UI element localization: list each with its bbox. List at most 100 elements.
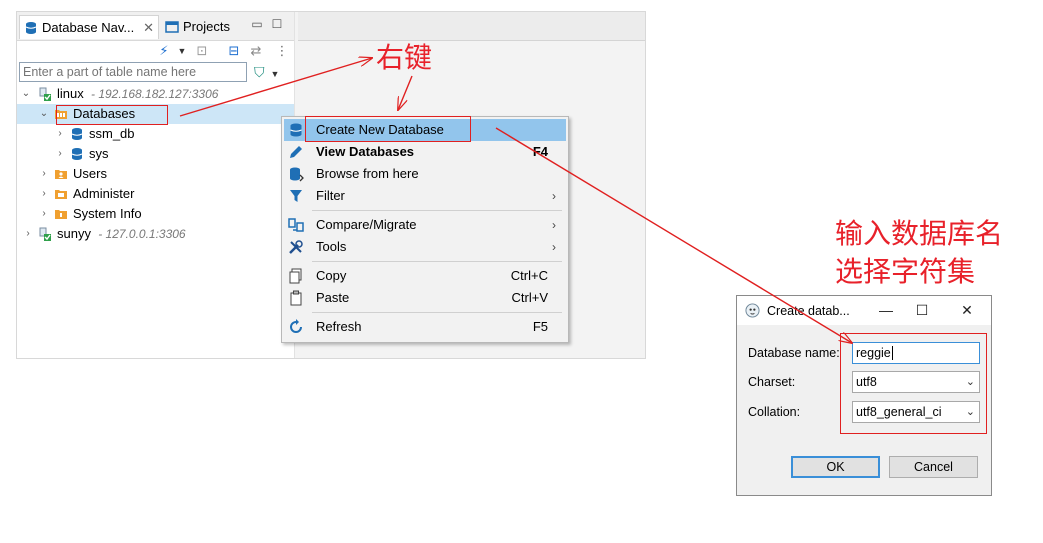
new-folder-icon[interactable]: ⊡ xyxy=(193,42,211,60)
tree-label-system-info: System Info xyxy=(73,206,142,221)
menu-separator xyxy=(312,312,562,313)
chevron-down-icon[interactable]: ⌄ xyxy=(39,104,49,124)
tab-projects-label: Projects xyxy=(183,19,230,34)
menu-label-tools: Tools xyxy=(316,239,347,254)
menu-separator xyxy=(312,210,562,211)
shortcut-f4: F4 xyxy=(532,144,548,159)
menu-label-copy: Copy xyxy=(316,268,347,283)
shortcut-ctrl-c: Ctrl+C xyxy=(510,268,548,283)
menu-item-copy[interactable]: Copy Ctrl+C xyxy=(284,265,566,287)
annotation-instruction-line1: 输入数据库名 xyxy=(835,217,1004,250)
navigator-tab-bar: Database Nav... ✕ Projects ▭ ☐ xyxy=(17,12,294,41)
menu-label-compare-migrate: Compare/Migrate xyxy=(316,217,417,232)
tab-database-navigator-label: Database Nav... xyxy=(42,20,135,35)
maximize-view-icon[interactable]: ☐ xyxy=(269,16,285,32)
menu-label-view-databases: View Databases xyxy=(316,144,415,159)
dialog-title: Create datab... xyxy=(767,304,850,318)
tab-database-navigator[interactable]: Database Nav... ✕ xyxy=(19,15,159,39)
chevron-right-icon[interactable]: › xyxy=(39,184,49,204)
tree-item-users[interactable]: › Users xyxy=(17,164,294,184)
tree-address-sunyy: - 127.0.0.1:3306 xyxy=(98,227,186,241)
tree-item-administer[interactable]: › Administer xyxy=(17,184,294,204)
chevron-right-icon[interactable]: › xyxy=(39,204,49,224)
tree-label-administer: Administer xyxy=(73,186,135,201)
connection-icon xyxy=(39,87,51,101)
chevron-right-icon[interactable]: › xyxy=(55,144,65,164)
connection-icon xyxy=(39,227,51,241)
menu-separator xyxy=(312,261,562,262)
menu-item-refresh[interactable]: Refresh F5 xyxy=(284,316,566,338)
minimize-icon[interactable]: — xyxy=(875,300,897,320)
annotation-box-create-new-database xyxy=(305,116,471,142)
tree-item-system-info[interactable]: › System Info xyxy=(17,204,294,224)
charset-label: Charset: xyxy=(748,375,796,389)
menu-item-view-databases[interactable]: View Databases F4 xyxy=(284,141,566,163)
submenu-arrow-icon: › xyxy=(552,189,556,203)
menu-item-tools[interactable]: Tools › xyxy=(284,236,566,258)
paste-icon xyxy=(290,290,302,306)
shortcut-ctrl-v: Ctrl+V xyxy=(511,290,548,305)
menu-item-compare-migrate[interactable]: Compare/Migrate › xyxy=(284,214,566,236)
close-icon[interactable]: ✕ xyxy=(956,300,978,320)
dbeaver-logo-icon xyxy=(745,303,760,318)
refresh-icon xyxy=(290,319,302,333)
annotation-instruction-line2: 选择字符集 xyxy=(835,255,976,288)
database-name-label: Database name: xyxy=(748,346,840,360)
tree-label-sys: sys xyxy=(89,146,109,161)
maximize-icon[interactable]: ☐ xyxy=(911,300,933,320)
chevron-right-icon[interactable]: › xyxy=(55,124,65,144)
submenu-arrow-icon: › xyxy=(552,240,556,254)
info-folder-icon xyxy=(55,210,67,219)
tree-address-linux: - 192.168.182.127:3306 xyxy=(90,87,219,101)
menu-item-browse-from-here[interactable]: Browse from here xyxy=(284,163,566,185)
editor-tab-bar xyxy=(298,12,645,41)
submenu-arrow-icon: › xyxy=(552,218,556,232)
shortcut-f5: F5 xyxy=(532,319,548,334)
new-connection-icon[interactable]: ⚡ xyxy=(155,42,173,60)
ok-button[interactable]: OK xyxy=(791,456,880,478)
tree-label-sunyy: sunyy xyxy=(57,226,91,241)
navigator-toolbar: ⚡ ▼ ⊡ ⊟ ⇄ ⋮ xyxy=(17,41,294,61)
projects-icon xyxy=(165,21,179,33)
tree-label-ssm-db: ssm_db xyxy=(89,126,135,141)
tree-item-sys[interactable]: › sys xyxy=(17,144,294,164)
tab-projects[interactable]: Projects xyxy=(161,15,241,39)
filter-funnel-icon[interactable]: ⛉ ▼ xyxy=(254,63,284,81)
menu-label-filter: Filter xyxy=(316,188,345,203)
database-add-icon xyxy=(290,123,302,137)
link-editor-icon[interactable]: ⇄ xyxy=(247,42,265,60)
tree-label-linux: linux xyxy=(57,86,84,101)
collation-label: Collation: xyxy=(748,405,801,419)
collapse-all-icon[interactable]: ⊟ xyxy=(225,42,243,60)
minimize-view-icon[interactable]: ▭ xyxy=(249,16,265,32)
annotation-right-click: 右键 xyxy=(376,41,433,74)
annotation-box-dialog-fields xyxy=(840,333,987,434)
pencil-icon xyxy=(290,146,302,158)
context-menu: Create New Database View Databases F4 Br… xyxy=(281,116,569,343)
tree-item-sunyy[interactable]: › sunyy - 127.0.0.1:3306 xyxy=(17,224,294,244)
chevron-down-icon[interactable]: ▼ xyxy=(173,42,191,60)
dialog-title-bar: Create datab... — ☐ ✕ xyxy=(737,296,991,325)
funnel-icon xyxy=(290,190,302,202)
view-menu-icon[interactable]: ⋮ xyxy=(273,42,291,60)
chevron-right-icon[interactable]: › xyxy=(23,224,33,244)
tree-item-ssm-db[interactable]: › ssm_db xyxy=(17,124,294,144)
tree-label-users: Users xyxy=(73,166,107,181)
menu-item-paste[interactable]: Paste Ctrl+V xyxy=(284,287,566,309)
users-folder-icon xyxy=(55,170,67,179)
cancel-button[interactable]: Cancel xyxy=(889,456,978,478)
menu-item-filter[interactable]: Filter › xyxy=(284,185,566,207)
annotation-box-databases xyxy=(56,105,168,125)
table-filter-input[interactable] xyxy=(19,62,247,82)
compare-icon xyxy=(288,218,304,232)
copy-icon xyxy=(289,268,302,284)
database-icon xyxy=(71,128,83,140)
close-icon[interactable]: ✕ xyxy=(143,16,154,40)
tree-item-linux[interactable]: ⌄ linux - 192.168.182.127:3306 xyxy=(17,84,294,104)
database-icon xyxy=(71,148,83,160)
tools-icon xyxy=(289,240,303,254)
chevron-right-icon[interactable]: › xyxy=(39,164,49,184)
database-browse-icon xyxy=(290,167,304,182)
chevron-down-icon[interactable]: ⌄ xyxy=(21,84,31,104)
database-navigator-panel: Database Nav... ✕ Projects ▭ ☐ ⚡ ▼ ⊡ ⊟ ⇄… xyxy=(17,12,295,358)
